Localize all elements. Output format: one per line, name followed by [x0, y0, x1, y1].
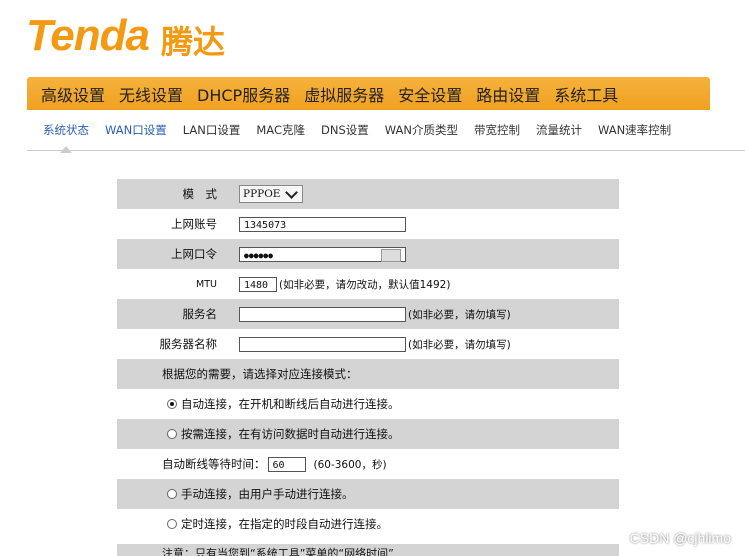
row-mode: 模 式 PPPOE: [117, 179, 619, 209]
mode-value: PPPOE: [243, 188, 281, 200]
note-row: 注意：只有当您到“系统工具”菜单的“网络时间”: [117, 544, 619, 556]
row-timed: 定时连接，在指定的时段自动进行连接。: [117, 509, 619, 539]
radio-timed[interactable]: [167, 519, 177, 529]
connect-prompt: 根据您的需要，请选择对应连接模式：: [162, 367, 358, 381]
row-server: 服务器名称 (如非必要，请勿填写): [117, 329, 619, 359]
nav-dhcp[interactable]: DHCP服务器: [197, 82, 290, 106]
nav-virtual-server[interactable]: 虚拟服务器: [304, 82, 384, 106]
idle-hint: (60-3600，秒): [313, 458, 387, 471]
subnav-lan-settings[interactable]: LAN口设置: [183, 122, 241, 138]
opt-auto-label: 自动连接，在开机和断线后自动进行连接。: [181, 397, 400, 411]
nav-wireless[interactable]: 无线设置: [119, 82, 183, 106]
logo-text-en: Tenda: [26, 11, 150, 60]
tenda-logo: Tenda 腾达: [26, 6, 225, 61]
server-label: 服务器名称: [159, 337, 218, 351]
main-nav: 高级设置 无线设置 DHCP服务器 虚拟服务器 安全设置 路由设置 系统工具: [27, 77, 710, 110]
account-input[interactable]: 1345073: [239, 216, 406, 232]
password-input[interactable]: ●●●●●●: [239, 246, 406, 262]
mtu-hint: (如非必要，请勿改动，默认值1492): [279, 278, 451, 291]
row-manual: 手动连接，由用户手动进行连接。: [117, 479, 619, 509]
subnav-mac-clone[interactable]: MAC克隆: [256, 122, 305, 138]
idle-input[interactable]: 60: [267, 456, 306, 472]
nav-routing[interactable]: 路由设置: [476, 82, 540, 106]
sub-nav: 系统状态 WAN口设置 LAN口设置 MAC克隆 DNS设置 WAN介质类型 带…: [27, 110, 745, 153]
opt-timed-label: 定时连接，在指定的时段自动进行连接。: [181, 517, 388, 531]
mode-select[interactable]: PPPOE: [239, 185, 303, 203]
subnav-dns[interactable]: DNS设置: [321, 122, 369, 138]
subnav-wan-rate[interactable]: WAN速率控制: [598, 122, 671, 138]
password-value: ●●●●●●: [244, 250, 273, 260]
row-service: 服务名 (如非必要，请勿填写): [117, 299, 619, 329]
keyboard-icon[interactable]: [381, 248, 401, 262]
mtu-label: MTU: [196, 278, 217, 290]
subnav-wan-media[interactable]: WAN介质类型: [385, 122, 458, 138]
password-label: 上网口令: [171, 247, 217, 261]
row-demand: 按需连接，在有访问数据时自动进行连接。: [117, 419, 619, 449]
radio-auto[interactable]: [167, 399, 177, 409]
row-account: 上网账号 1345073: [117, 209, 619, 239]
row-prompt: 根据您的需要，请选择对应连接模式：: [117, 359, 619, 389]
row-mtu: MTU 1480 (如非必要，请勿改动，默认值1492): [117, 269, 619, 299]
subnav-bandwidth[interactable]: 带宽控制: [474, 122, 520, 138]
nav-advanced[interactable]: 高级设置: [41, 82, 105, 106]
note-text: 注意：只有当您到“系统工具”菜单的“网络时间”: [162, 547, 394, 556]
idle-label: 自动断线等待时间：: [162, 457, 266, 471]
row-auto: 自动连接，在开机和断线后自动进行连接。: [117, 389, 619, 419]
service-label: 服务名: [182, 307, 218, 321]
mode-label: 模 式: [182, 187, 218, 201]
subnav-wan-settings[interactable]: WAN口设置: [105, 122, 167, 138]
opt-demand-label: 按需连接，在有访问数据时自动进行连接。: [181, 427, 400, 441]
nav-system-tools[interactable]: 系统工具: [554, 82, 618, 106]
row-password: 上网口令 ●●●●●●: [117, 239, 619, 269]
row-idle: 自动断线等待时间： 60 (60-3600，秒): [117, 449, 619, 479]
account-label: 上网账号: [171, 217, 217, 231]
logo-text-cn: 腾达: [160, 23, 225, 61]
nav-security[interactable]: 安全设置: [398, 82, 462, 106]
subnav-traffic-stats[interactable]: 流量统计: [536, 122, 582, 138]
opt-manual-label: 手动连接，由用户手动进行连接。: [181, 487, 354, 501]
chevron-down-icon: [285, 185, 298, 199]
radio-demand[interactable]: [167, 429, 177, 439]
subnav-system-status[interactable]: 系统状态: [43, 122, 89, 153]
service-input[interactable]: [239, 306, 406, 322]
radio-manual[interactable]: [167, 489, 177, 499]
server-hint: (如非必要，请勿填写): [408, 338, 511, 351]
wan-form: 模 式 PPPOE 上网账号 1345073 上网口令 ●●●●●● MTU 1…: [117, 179, 619, 539]
service-hint: (如非必要，请勿填写): [408, 308, 511, 321]
server-input[interactable]: [239, 336, 406, 352]
watermark: CSDN @cjhlimo: [629, 530, 731, 546]
mtu-input[interactable]: 1480: [239, 276, 277, 292]
